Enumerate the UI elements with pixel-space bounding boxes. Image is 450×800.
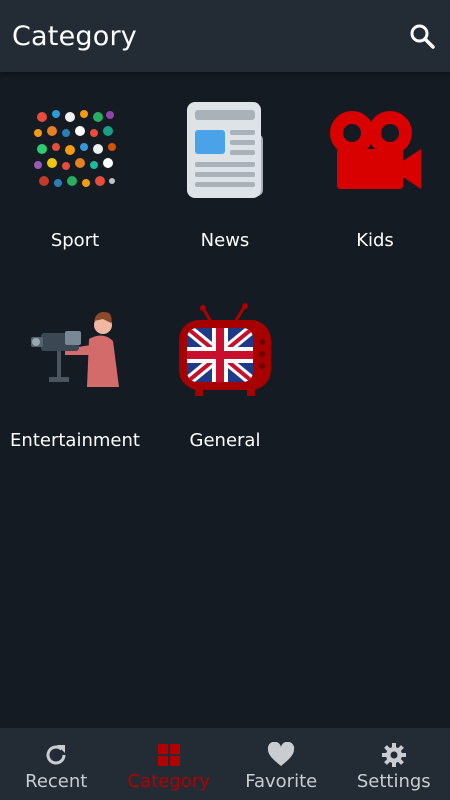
page-title: Category: [12, 20, 137, 52]
nav-label: Settings: [356, 770, 431, 792]
bottom-navigation: Recent Category Favorite Settings: [0, 728, 450, 800]
cameraman-icon: [25, 300, 125, 400]
category-sport[interactable]: Sport: [0, 72, 150, 272]
category-entertainment[interactable]: Entertainment: [0, 272, 150, 472]
category-grid: Sport News Kids Entertainment General: [0, 72, 450, 472]
category-general[interactable]: General: [150, 272, 300, 472]
sport-balls-icon: [25, 100, 125, 200]
nav-category[interactable]: Category: [113, 728, 226, 800]
newspaper-icon: [175, 100, 275, 200]
app-bar: Category: [0, 0, 450, 72]
nav-settings[interactable]: Settings: [338, 728, 450, 800]
search-icon[interactable]: [406, 20, 438, 52]
gear-icon: [380, 741, 408, 769]
refresh-icon: [42, 741, 70, 769]
category-grid-icon: [155, 741, 183, 769]
heart-icon: [267, 741, 295, 769]
nav-label: Favorite: [245, 770, 318, 792]
category-news[interactable]: News: [150, 72, 300, 272]
uk-flag-tv-icon: [175, 300, 275, 400]
category-label: Sport: [50, 230, 100, 251]
nav-label: Category: [127, 770, 210, 792]
category-kids[interactable]: Kids: [300, 72, 450, 272]
category-label: News: [200, 230, 250, 251]
nav-recent[interactable]: Recent: [0, 728, 113, 800]
category-label: Entertainment: [10, 430, 140, 451]
nav-label: Recent: [25, 770, 88, 792]
video-camera-icon: [325, 100, 425, 200]
category-label: General: [189, 430, 261, 451]
category-label: Kids: [356, 230, 394, 251]
nav-favorite[interactable]: Favorite: [225, 728, 338, 800]
